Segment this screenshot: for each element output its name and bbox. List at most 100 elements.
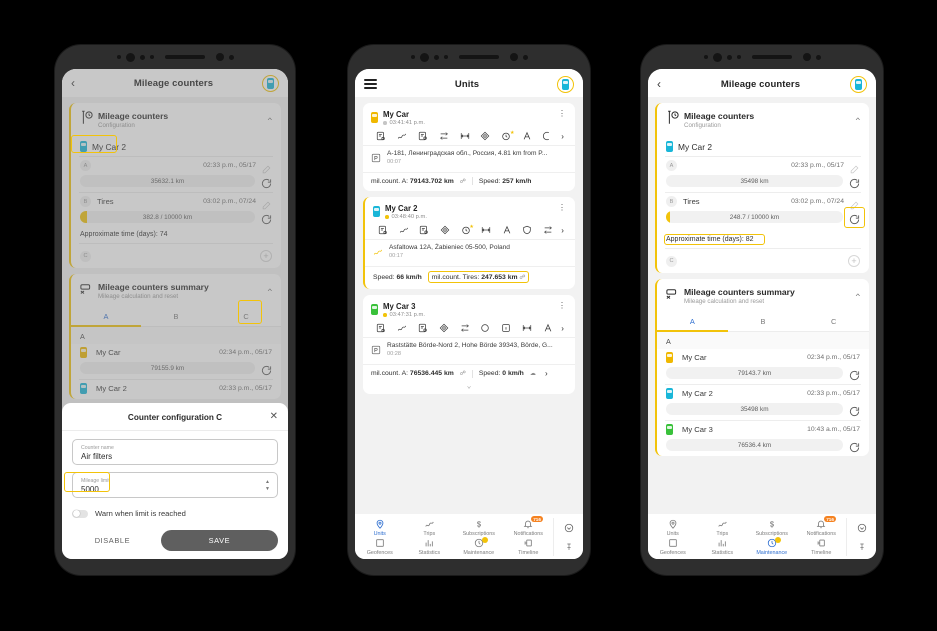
- report-icon[interactable]: [371, 131, 392, 141]
- distance-icon[interactable]: [516, 323, 537, 333]
- unit-selector-icon[interactable]: [557, 75, 574, 93]
- history-icon[interactable]: ★: [455, 224, 476, 235]
- unit-card-my-car[interactable]: My Car 03:41:41 p.m. ⋮ ★ › A-181, Ленинг…: [363, 103, 575, 191]
- pin-side-icon[interactable]: [554, 537, 583, 556]
- expand-icon[interactable]: ˅: [363, 386, 575, 393]
- more-options-icon[interactable]: ⋮: [557, 110, 567, 118]
- chevron-right-icon[interactable]: ›: [558, 226, 567, 235]
- edit-icon[interactable]: [850, 197, 860, 209]
- unit-selector-icon[interactable]: [850, 75, 867, 93]
- report-icon[interactable]: [371, 323, 392, 333]
- counter-row-c-empty[interactable]: C +: [657, 249, 869, 273]
- summary-progress-bar: 35498 km: [666, 403, 843, 415]
- tab-c[interactable]: C: [798, 312, 869, 331]
- partial-circle-icon[interactable]: [537, 131, 558, 141]
- car-icon: [666, 352, 673, 363]
- nav-timeline[interactable]: Timeline: [504, 537, 554, 556]
- nav-geofences[interactable]: Geofences: [355, 537, 405, 556]
- edit-icon[interactable]: [850, 161, 860, 173]
- nav-statistics[interactable]: Statistics: [698, 537, 748, 556]
- history-icon[interactable]: ★: [496, 130, 517, 141]
- card-header[interactable]: Mileage counters Configuration ^: [657, 103, 869, 136]
- pin-side-icon[interactable]: [847, 537, 876, 556]
- close-icon[interactable]: ✕: [266, 412, 278, 422]
- nav-subscriptions[interactable]: Subscriptions: [454, 518, 504, 537]
- report-icon[interactable]: [373, 225, 394, 235]
- back-icon[interactable]: ‹: [657, 78, 671, 90]
- font-icon[interactable]: [496, 225, 517, 235]
- approximate-time-wrap: Approximate time (days): 82: [657, 233, 765, 248]
- commands-icon[interactable]: [538, 225, 559, 235]
- nav-notifications[interactable]: 716 Notifications: [797, 516, 847, 537]
- tab-a[interactable]: A: [657, 312, 728, 331]
- track-icon[interactable]: [394, 225, 415, 235]
- shield-icon[interactable]: [517, 225, 538, 235]
- more-options-icon[interactable]: ⋮: [557, 302, 567, 310]
- font-icon[interactable]: [537, 323, 558, 333]
- distance-icon[interactable]: [476, 225, 497, 235]
- nav-statistics[interactable]: Statistics: [405, 537, 455, 556]
- chevron-up-icon[interactable]: ^: [856, 293, 860, 300]
- phone-3: ‹ Mileage counters Mileage counters Conf…: [641, 45, 883, 575]
- collapse-icon[interactable]: [847, 518, 876, 537]
- nav-side-panel: [846, 518, 876, 556]
- track-icon[interactable]: [392, 323, 413, 333]
- more-options-icon[interactable]: ⋮: [557, 204, 567, 212]
- car-icon: [666, 424, 673, 435]
- add-counter-icon[interactable]: +: [848, 255, 860, 267]
- highlighted-mileage-counter[interactable]: mil.count. Tires: 247.653 km ☍: [427, 271, 530, 283]
- chevron-right-icon[interactable]: ›: [558, 324, 567, 333]
- counter-date: 03:02 p.m., 07/24: [791, 198, 844, 205]
- chevron-right-icon[interactable]: ›: [558, 132, 567, 141]
- chevron-up-icon[interactable]: ^: [856, 117, 860, 124]
- warn-toggle-row[interactable]: Warn when limit is reached: [72, 509, 278, 518]
- nav-notifications[interactable]: 716 Notifications: [504, 516, 554, 537]
- unit-card-my-car-2[interactable]: My Car 2 03:48:40 p.m. ⋮ ★ › Asfaltowa 1…: [363, 197, 575, 289]
- nav-trips[interactable]: Trips: [405, 518, 455, 537]
- disable-button[interactable]: DISABLE: [72, 530, 153, 551]
- reset-icon[interactable]: [849, 176, 860, 188]
- counter-name-field[interactable]: Counter name Air filters: [72, 439, 278, 465]
- phone-2-screen: Units My Car 03:41:41 p.m. ⋮ ★ › A-181, …: [355, 69, 583, 559]
- commands-icon[interactable]: [433, 131, 454, 141]
- stepper-icon[interactable]: ▲ ▼: [265, 480, 270, 492]
- font-icon[interactable]: [516, 131, 537, 141]
- circle-icon[interactable]: [475, 323, 496, 333]
- warn-toggle[interactable]: [72, 509, 88, 518]
- geofence-diamond-icon[interactable]: [475, 131, 496, 141]
- reset-icon[interactable]: [849, 440, 860, 452]
- chevron-right-icon[interactable]: ›: [542, 369, 551, 378]
- nav-timeline[interactable]: Timeline: [797, 537, 847, 556]
- reset-icon[interactable]: [844, 206, 865, 228]
- nav-subscriptions[interactable]: Subscriptions: [747, 518, 797, 537]
- commands-icon[interactable]: [454, 323, 475, 333]
- nav-units[interactable]: Units: [648, 518, 698, 537]
- reset-icon[interactable]: [849, 368, 860, 380]
- track-icon[interactable]: [392, 131, 413, 141]
- chain-icon: ☍: [519, 274, 526, 281]
- mileage-limit-field[interactable]: Mileage limit 5000 ▲ ▼: [72, 472, 278, 498]
- messages-icon[interactable]: [414, 225, 435, 235]
- info-icon[interactable]: [496, 323, 517, 333]
- card-header[interactable]: Mileage counters summary Mileage calcula…: [657, 279, 869, 312]
- stat-label: mil.count. A: 76536.445 km: [371, 370, 454, 377]
- collapse-icon[interactable]: [554, 518, 583, 537]
- warn-toggle-label: Warn when limit is reached: [95, 509, 186, 518]
- nav-trips[interactable]: Trips: [698, 518, 748, 537]
- geofence-diamond-icon[interactable]: [433, 323, 454, 333]
- save-button[interactable]: SAVE: [160, 530, 278, 551]
- nav-units[interactable]: Units: [355, 518, 405, 537]
- distance-icon[interactable]: [454, 131, 475, 141]
- summary-row: My Car 02:34 p.m., 05/17 79143.7 km: [657, 349, 869, 384]
- phone-1-screen: ‹ Mileage counters Mileage counters Conf…: [62, 69, 288, 559]
- nav-maintenance[interactable]: Maintenance: [454, 537, 504, 556]
- messages-icon[interactable]: [413, 131, 434, 141]
- tab-b[interactable]: B: [728, 312, 799, 331]
- reset-icon[interactable]: [849, 404, 860, 416]
- messages-icon[interactable]: [413, 323, 434, 333]
- geofence-diamond-icon[interactable]: [435, 225, 456, 235]
- nav-maintenance[interactable]: Maintenance: [747, 537, 797, 556]
- nav-geofences[interactable]: Geofences: [648, 537, 698, 556]
- menu-icon[interactable]: [364, 78, 377, 90]
- unit-card-my-car-3[interactable]: My Car 3 03:47:31 p.m. ⋮ › Raststätte Bö…: [363, 295, 575, 394]
